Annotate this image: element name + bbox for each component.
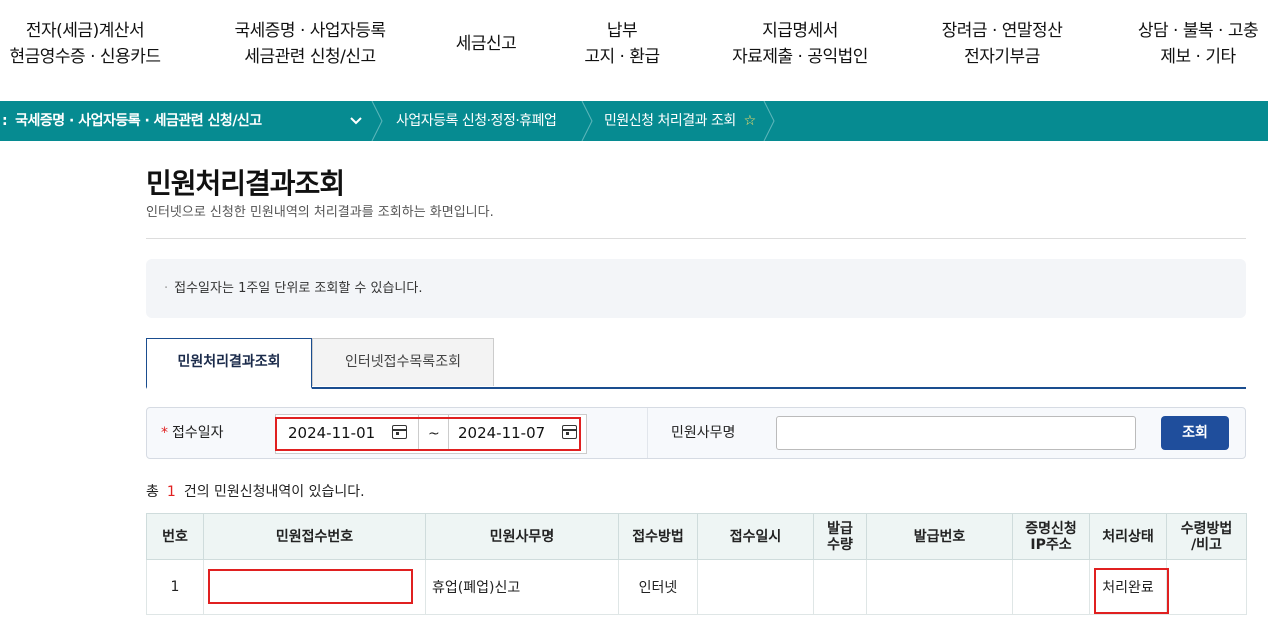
cell-ip — [1012, 559, 1090, 615]
chevron-down-icon[interactable] — [349, 101, 363, 141]
notice-box: · 접수일자는 1주일 단위로 조회할 수 있습니다. — [146, 259, 1246, 318]
tab-result-inquiry[interactable]: 민원처리결과조회 — [146, 338, 312, 389]
result-count: 총 1 건의 민원신청내역이 있습니다. — [146, 481, 365, 501]
nav-e-invoice-line1: 전자(세금)계산서 — [25, 21, 145, 41]
nav-payment-statement-line2: 자료제출 · 공익법인 — [732, 47, 868, 67]
nav-incentive-line1: 장려금 · 연말정산 — [941, 21, 1063, 41]
cell-office-name: 휴업(폐업)신고 — [425, 559, 619, 615]
favorite-star-icon[interactable]: ☆ — [744, 113, 757, 129]
search-button[interactable]: 조회 — [1161, 416, 1229, 450]
column-header: 번호 — [146, 513, 204, 560]
cell-receipt-number[interactable] — [203, 559, 426, 615]
breadcrumb-separator-icon — [763, 101, 775, 141]
nav-certificate-line1: 국세증명 · 사업자등록 — [234, 21, 386, 41]
cell-issue-number — [866, 559, 1013, 615]
nav-e-invoice[interactable]: 전자(세금)계산서 현금영수증 · 신용카드 — [0, 18, 170, 70]
breadcrumb-level1-label: 국세증명 · 사업자등록 · 세금관련 신청/신고 — [15, 113, 262, 129]
date-label: * 접수일자 — [161, 408, 224, 458]
top-navigation: 전자(세금)계산서 현금영수증 · 신용카드 국세증명 · 사업자등록 세금관련… — [0, 0, 1268, 100]
result-count-suffix: 건의 민원신청내역이 있습니다. — [183, 484, 365, 500]
page-subtitle: 인터넷으로 신청한 민원내역의 처리결과를 조회하는 화면입니다. — [146, 205, 494, 220]
nav-payment-statement[interactable]: 지급명세서 자료제출 · 공익법인 — [712, 18, 888, 70]
breadcrumb-separator-icon — [581, 101, 593, 141]
required-mark: * — [161, 425, 168, 441]
bullet-icon: · — [164, 281, 169, 296]
breadcrumb-level2[interactable]: 사업자등록 신청·정정·휴폐업 — [396, 101, 557, 141]
notice-text: 접수일자는 1주일 단위로 조회할 수 있습니다. — [174, 281, 423, 296]
column-header: 민원접수번호 — [203, 513, 426, 560]
office-name-input[interactable] — [776, 416, 1136, 450]
column-header: 수령방법 /비고 — [1166, 513, 1247, 560]
tab-bar: 민원처리결과조회 인터넷접수목록조회 — [146, 338, 1246, 389]
breadcrumb: : 국세증명 · 사업자등록 · 세금관련 신청/신고 사업자등록 신청·정정·휴… — [0, 101, 1268, 141]
nav-consulting[interactable]: 상담 · 불복 · 고충 제보 · 기타 — [1118, 18, 1268, 70]
cell-note — [1166, 559, 1247, 615]
nav-payment-line1: 납부 — [606, 21, 638, 41]
cell-method: 인터넷 — [618, 559, 698, 615]
date-label-text: 접수일자 — [172, 425, 224, 441]
nav-tax-return[interactable]: 세금신고 — [436, 31, 536, 57]
nav-consulting-line2: 제보 · 기타 — [1160, 47, 1236, 67]
highlight-box — [1094, 568, 1169, 614]
nav-incentive-line2: 전자기부금 — [964, 47, 1040, 67]
highlight-box — [275, 417, 581, 451]
nav-e-invoice-line2: 현금영수증 · 신용카드 — [9, 47, 161, 67]
table-row: 1 휴업(폐업)신고 인터넷 처리완료 — [146, 559, 1247, 615]
breadcrumb-level3: 민원신청 처리결과 조회 ☆ — [604, 101, 756, 141]
cell-datetime — [697, 559, 814, 615]
tab-internet-receipt-list[interactable]: 인터넷접수목록조회 — [312, 338, 494, 386]
breadcrumb-level3-label: 민원신청 처리결과 조회 — [604, 113, 736, 129]
nav-certificate-line2: 세금관련 신청/신고 — [244, 47, 376, 67]
nav-certificate[interactable]: 국세증명 · 사업자등록 세금관련 신청/신고 — [220, 18, 400, 70]
breadcrumb-separator-icon — [371, 101, 383, 141]
column-header: 발급번호 — [866, 513, 1013, 560]
cell-quantity — [813, 559, 867, 615]
column-header: 발급 수량 — [813, 513, 867, 560]
nav-consulting-line1: 상담 · 불복 · 고충 — [1137, 21, 1259, 41]
search-panel: * 접수일자 2024-11-01 ~ 2024-11-07 민원사무명 조회 — [146, 407, 1246, 459]
column-header: 접수방법 — [618, 513, 698, 560]
breadcrumb-level1[interactable]: : 국세증명 · 사업자등록 · 세금관련 신청/신고 — [0, 101, 262, 141]
table-header-row: 번호 민원접수번호 민원사무명 접수방법 접수일시 발급 수량 발급번호 증명신… — [146, 513, 1247, 560]
result-count-value: 1 — [166, 484, 176, 500]
office-label: 민원사무명 — [671, 425, 736, 441]
column-header: 증명신청 IP주소 — [1012, 513, 1090, 560]
column-header: 접수일시 — [697, 513, 814, 560]
highlight-box — [208, 569, 413, 604]
column-header: 민원사무명 — [425, 513, 619, 560]
nav-incentive[interactable]: 장려금 · 연말정산 전자기부금 — [918, 18, 1086, 70]
nav-payment-line2: 고지 · 환급 — [584, 47, 660, 67]
result-count-prefix: 총 — [146, 484, 159, 500]
result-table: 번호 민원접수번호 민원사무명 접수방법 접수일시 발급 수량 발급번호 증명신… — [146, 513, 1247, 615]
cell-status: 처리완료 — [1089, 559, 1169, 615]
divider — [146, 238, 1246, 239]
menu-handle-icon: : — [2, 113, 8, 129]
nav-payment[interactable]: 납부 고지 · 환급 — [562, 18, 682, 70]
column-header: 처리상태 — [1089, 513, 1167, 560]
page-title: 민원처리결과조회 — [146, 167, 345, 200]
nav-payment-statement-line1: 지급명세서 — [762, 21, 838, 41]
cell-number: 1 — [146, 559, 204, 615]
nav-tax-return-label: 세금신고 — [455, 34, 517, 54]
